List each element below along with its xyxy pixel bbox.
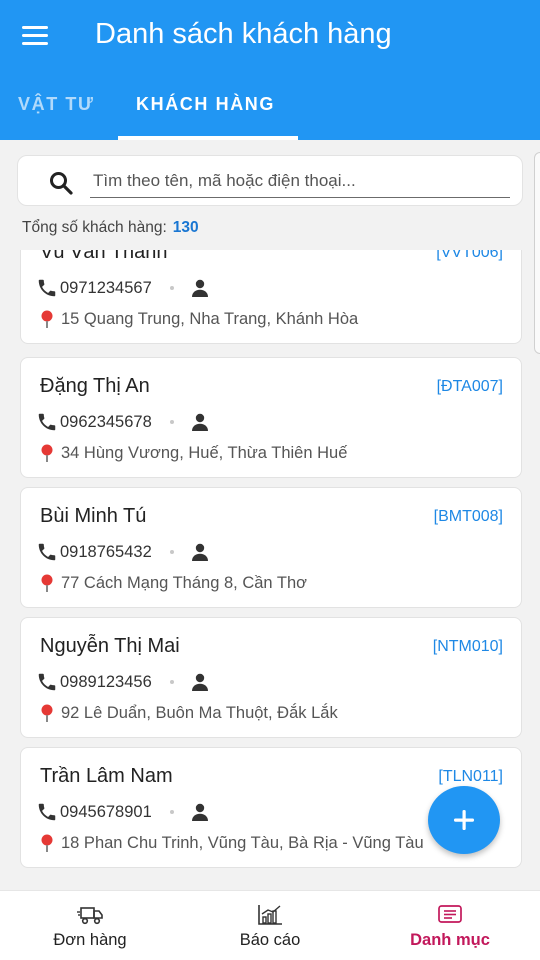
customer-card[interactable]: Nguyễn Thị Mai [NTM010] 0989123456 92 Lê…	[20, 617, 522, 738]
customer-address: 34 Hùng Vương, Huế, Thừa Thiên Huế	[61, 443, 348, 462]
separator-dot	[169, 810, 174, 814]
search-input[interactable]	[90, 164, 510, 198]
customer-address: 77 Cách Mạng Tháng 8, Cần Thơ	[61, 573, 307, 592]
customer-code: [TLN011]	[438, 768, 503, 785]
separator-dot	[169, 420, 174, 424]
customer-code: [BMT008]	[433, 508, 503, 525]
phone-icon	[38, 413, 56, 431]
customer-name: Đặng Thị An	[40, 375, 150, 397]
phone-icon	[38, 279, 56, 297]
customer-phone: 0971234567	[60, 278, 152, 297]
tab-vat-tu[interactable]: VẬT TƯ	[18, 94, 95, 115]
customer-phone: 0962345678	[60, 412, 152, 431]
location-pin-icon	[41, 834, 53, 852]
search-icon[interactable]	[48, 170, 74, 196]
nav-item-don-hang[interactable]: Đơn hàng	[0, 891, 180, 960]
customer-name: Nguyễn Thị Mai	[40, 635, 180, 657]
customer-total-label: Tổng số khách hàng:	[22, 219, 167, 236]
person-icon	[191, 673, 208, 691]
bar-chart-icon	[258, 905, 282, 925]
nav-item-bao-cao[interactable]: Báo cáo	[180, 891, 360, 960]
page-title: Danh sách khách hàng	[95, 18, 392, 50]
add-customer-button[interactable]	[428, 786, 500, 854]
separator-dot	[169, 680, 174, 684]
customer-name: Trần Lâm Nam	[40, 765, 173, 787]
customer-code: [NTM010]	[432, 638, 503, 655]
customer-address: 18 Phan Chu Trinh, Vũng Tàu, Bà Rịa - Vũ…	[61, 833, 424, 852]
person-icon	[191, 279, 208, 297]
person-icon	[191, 543, 208, 561]
customer-name: Bùi Minh Tú	[40, 505, 147, 527]
customer-name: Vũ Văn Thành	[40, 250, 168, 263]
location-pin-icon	[41, 574, 53, 592]
truck-icon	[77, 907, 103, 925]
customer-phone: 0989123456	[60, 672, 152, 691]
phone-icon	[38, 673, 56, 691]
customer-card[interactable]: Đặng Thị An [ĐTA007] 0962345678 34 Hùng …	[20, 357, 522, 478]
customer-total: Tổng số khách hàng: 130	[22, 219, 199, 237]
customer-total-count: 130	[172, 219, 199, 236]
phone-icon	[38, 543, 56, 561]
nav-label: Đơn hàng	[53, 931, 127, 949]
catalog-list-icon	[438, 905, 462, 923]
separator-dot	[169, 286, 174, 290]
customer-phone: 0945678901	[60, 802, 152, 821]
customer-card[interactable]: Bùi Minh Tú [BMT008] 0918765432 77 Cách …	[20, 487, 522, 608]
customer-code: [ĐTA007]	[436, 378, 503, 395]
tab-active-indicator	[118, 136, 298, 140]
customer-address: 15 Quang Trung, Nha Trang, Khánh Hòa	[61, 309, 359, 328]
customer-card[interactable]: Vũ Văn Thành [VVT006] 0971234567 15 Quan…	[20, 250, 522, 344]
customer-code: [VVT006]	[436, 250, 503, 261]
location-pin-icon	[41, 704, 53, 722]
tab-khach-hang[interactable]: KHÁCH HÀNG	[136, 94, 275, 115]
location-pin-icon	[41, 310, 53, 328]
nav-item-danh-muc[interactable]: Danh mục	[360, 891, 540, 960]
customer-address: 92 Lê Duẩn, Buôn Ma Thuột, Đắk Lắk	[61, 703, 338, 722]
app-header: Danh sách khách hàng VẬT TƯ KHÁCH HÀNG	[0, 0, 540, 140]
separator-dot	[169, 550, 174, 554]
search-box	[17, 155, 523, 206]
nav-label: Danh mục	[410, 931, 490, 949]
nav-label: Báo cáo	[239, 931, 301, 949]
customer-phone: 0918765432	[60, 542, 152, 561]
location-pin-icon	[41, 444, 53, 462]
hamburger-menu-icon[interactable]	[22, 26, 50, 46]
plus-icon	[454, 810, 474, 830]
person-icon	[191, 413, 208, 431]
bottom-navigation: Đơn hàng Báo cáo Danh mục	[0, 890, 540, 960]
person-icon	[191, 803, 208, 821]
phone-icon	[38, 803, 56, 821]
